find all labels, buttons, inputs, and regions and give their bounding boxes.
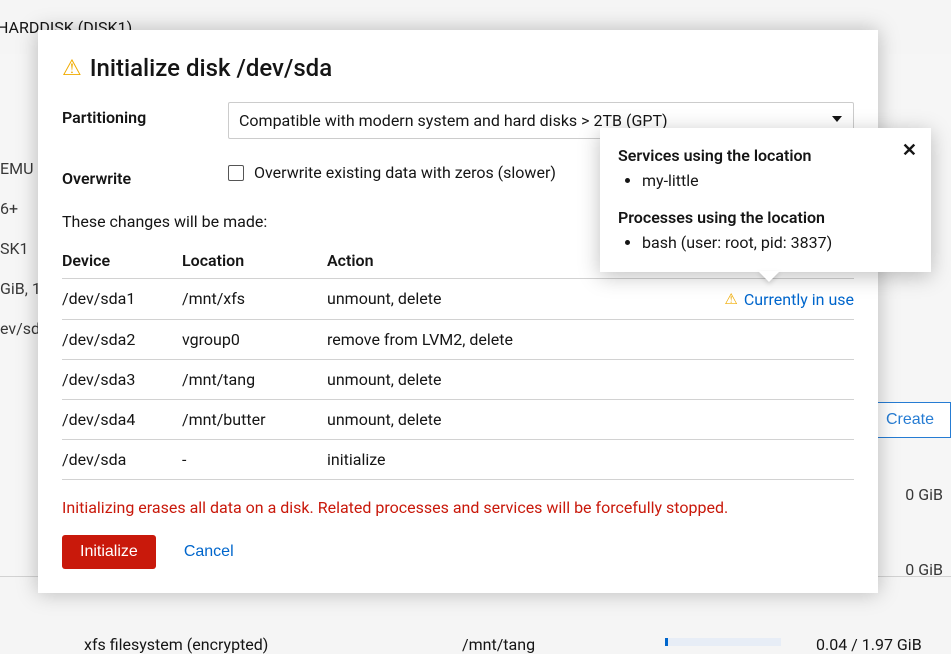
table-row: /dev/sda-initialize <box>62 439 854 479</box>
cell-device: /dev/sda1 <box>62 279 182 320</box>
table-row: /dev/sda3/mnt/tangunmount, delete <box>62 359 854 399</box>
col-device: Device <box>62 243 182 279</box>
table-row: /dev/sda1/mnt/xfsunmount, delete ⚠ Current… <box>62 279 854 320</box>
cell-action: unmount, delete <box>327 359 638 399</box>
cell-location: /mnt/butter <box>182 399 327 439</box>
cell-status <box>638 439 854 479</box>
close-icon[interactable]: ✕ <box>902 142 917 160</box>
cell-location: /mnt/xfs <box>182 279 327 320</box>
cell-action: remove from LVM2, delete <box>327 319 638 359</box>
col-action: Action <box>327 243 638 279</box>
table-row: /dev/sda4/mnt/butterunmount, delete <box>62 399 854 439</box>
table-row: /dev/sda2vgroup0remove from LVM2, delete <box>62 319 854 359</box>
dialog-title-text: Initialize disk /dev/sda <box>90 54 332 82</box>
overwrite-label: Overwrite <box>62 163 228 188</box>
in-use-popover: ✕ Services using the location my-little … <box>600 128 931 272</box>
dialog-title: ⚠ Initialize disk /dev/sda <box>62 54 854 82</box>
cell-action: initialize <box>327 439 638 479</box>
overwrite-checkbox[interactable] <box>228 165 244 181</box>
cell-device: /dev/sda3 <box>62 359 182 399</box>
popover-arrow <box>758 271 780 282</box>
processes-list: bash (user: root, pid: 3837) <box>618 231 913 254</box>
cell-action: unmount, delete <box>327 279 638 320</box>
cell-status <box>638 319 854 359</box>
partitioning-label: Partitioning <box>62 102 228 127</box>
processes-title: Processes using the location <box>618 208 913 227</box>
warning-message: Initializing erases all data on a disk. … <box>62 498 854 517</box>
initialize-button[interactable]: Initialize <box>62 535 156 569</box>
overwrite-checkbox-label: Overwrite existing data with zeros (slow… <box>254 163 556 182</box>
list-item: my-little <box>642 169 913 192</box>
cell-location: /mnt/tang <box>182 359 327 399</box>
warning-icon: ⚠ <box>62 56 82 81</box>
initialize-disk-dialog: ⚠ Initialize disk /dev/sda Partitioning … <box>38 30 878 593</box>
cell-location: vgroup0 <box>182 319 327 359</box>
currently-in-use-link[interactable]: ⚠ Currently in use <box>724 290 854 309</box>
services-list: my-little <box>618 169 913 192</box>
cell-action: unmount, delete <box>327 399 638 439</box>
warning-icon: ⚠ <box>724 290 737 308</box>
services-title: Services using the location <box>618 146 913 165</box>
cell-device: /dev/sda <box>62 439 182 479</box>
cell-device: /dev/sda2 <box>62 319 182 359</box>
changes-table: Device Location Action /dev/sda1/mnt/xfs… <box>62 243 854 480</box>
cell-status: ⚠ Currently in use <box>638 279 854 320</box>
cell-device: /dev/sda4 <box>62 399 182 439</box>
cell-location: - <box>182 439 327 479</box>
col-location: Location <box>182 243 327 279</box>
cell-status <box>638 399 854 439</box>
list-item: bash (user: root, pid: 3837) <box>642 231 913 254</box>
cancel-button[interactable]: Cancel <box>184 543 234 561</box>
cell-status <box>638 359 854 399</box>
in-use-label: Currently in use <box>744 290 854 309</box>
